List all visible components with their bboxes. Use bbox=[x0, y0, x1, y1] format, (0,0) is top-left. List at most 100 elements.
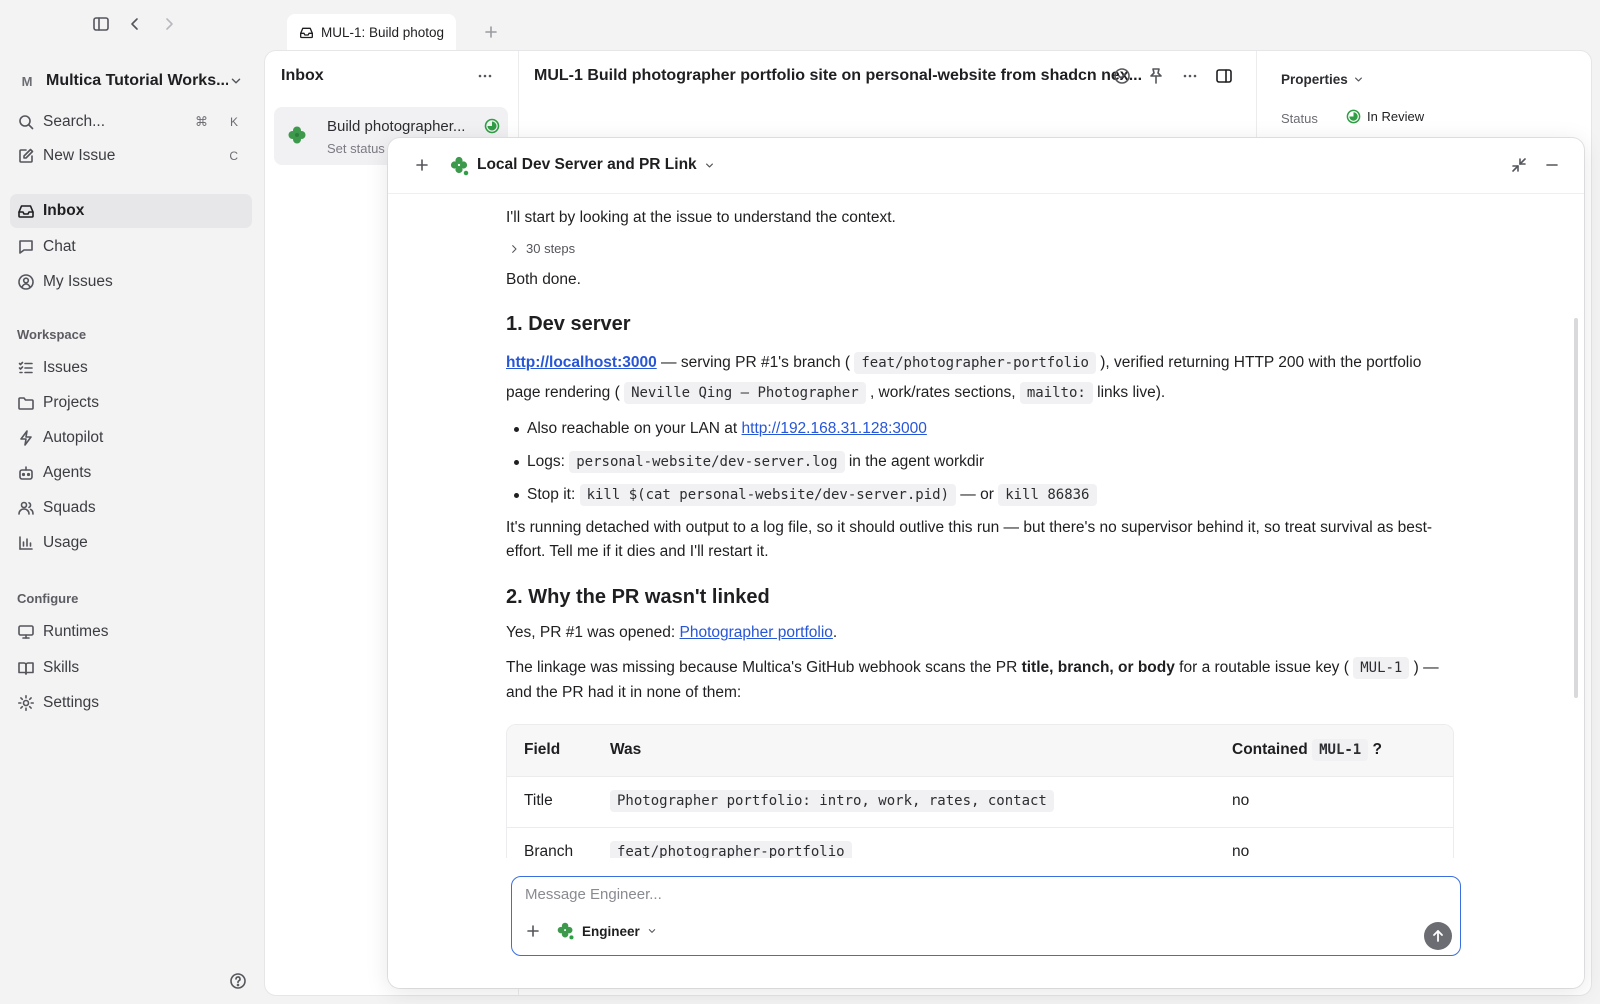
check-circle-icon[interactable] bbox=[1113, 67, 1131, 85]
sidebar-item-label: Usage bbox=[43, 534, 88, 551]
minimize-arrows-icon[interactable] bbox=[1510, 156, 1528, 174]
status-selector[interactable]: In Review bbox=[1346, 109, 1424, 124]
workspace-switcher[interactable]: M Multica Tutorial Works... bbox=[12, 66, 252, 96]
search-icon bbox=[19, 115, 34, 130]
section-heading: 2. Why the PR wasn't linked bbox=[506, 586, 770, 609]
folder-icon bbox=[18, 397, 34, 410]
message-text: It's running detached with output to a l… bbox=[506, 518, 1433, 561]
section-heading: 1. Dev server bbox=[506, 313, 631, 336]
cell-code: Photographer portfolio: intro, work, rat… bbox=[610, 790, 1054, 813]
new-tab-icon[interactable] bbox=[482, 23, 500, 41]
lan-link[interactable]: http://192.168.31.128:3000 bbox=[742, 420, 927, 437]
sidebar-item-usage[interactable]: Usage bbox=[10, 526, 252, 560]
agent-name: Engineer bbox=[582, 923, 640, 939]
text: Yes, PR #1 was opened: bbox=[506, 624, 680, 642]
sidebar-item-label: Projects bbox=[43, 394, 99, 411]
branch-code: feat/photographer-portfolio bbox=[854, 352, 1096, 375]
sidebar-item-chat[interactable]: Chat bbox=[10, 230, 252, 264]
in-review-status-icon bbox=[484, 118, 500, 134]
attach-plus-icon[interactable] bbox=[524, 922, 542, 940]
sidebar-item-inbox[interactable]: Inbox bbox=[10, 194, 252, 228]
new-issue-button[interactable]: New Issue C bbox=[10, 139, 252, 173]
sidebar-item-label: Skills bbox=[43, 659, 80, 676]
new-chat-icon[interactable] bbox=[413, 156, 431, 174]
sidebar-item-label: Inbox bbox=[43, 202, 85, 219]
sidebar-item-my-issues[interactable]: My Issues bbox=[10, 265, 252, 299]
inbox-item-subtitle: Set status bbox=[327, 141, 385, 156]
inbox-item-title: Build photographer... bbox=[327, 118, 466, 135]
sidebar-item-issues[interactable]: Issues bbox=[10, 351, 252, 385]
list-item: Logs: personal-website/dev-server.log in… bbox=[506, 450, 1446, 475]
gear-icon bbox=[18, 695, 34, 711]
inbox-icon bbox=[18, 205, 34, 218]
sidebar-item-label: My Issues bbox=[43, 273, 113, 290]
more-options-icon[interactable] bbox=[1181, 67, 1199, 85]
configure-section-label: Configure bbox=[17, 591, 79, 606]
send-button[interactable] bbox=[1424, 922, 1452, 950]
issue-key-code: MUL-1 bbox=[1312, 738, 1369, 761]
robot-icon bbox=[19, 466, 33, 480]
linkage-paragraph: The linkage was missing because Multica'… bbox=[506, 656, 1446, 706]
sidebar-item-squads[interactable]: Squads bbox=[10, 491, 252, 525]
mailto-code: mailto: bbox=[1019, 381, 1093, 404]
issue-title: MUL-1 Build photographer portfolio site … bbox=[534, 67, 1143, 84]
sidebar-item-label: Runtimes bbox=[43, 623, 109, 640]
edit-icon bbox=[19, 148, 34, 163]
message-composer[interactable]: Message Engineer... Engineer bbox=[511, 876, 1461, 956]
kill-pid-code: kill 86836 bbox=[998, 483, 1097, 506]
collapse-icon[interactable] bbox=[1543, 156, 1561, 174]
tab-mul-1[interactable]: MUL-1: Build photog bbox=[287, 14, 456, 50]
table-cell: no bbox=[1232, 792, 1250, 810]
monitor-icon bbox=[18, 625, 34, 639]
table-cell: Title bbox=[524, 792, 553, 810]
scrollbar[interactable] bbox=[1574, 318, 1578, 698]
sidebar-item-label: Squads bbox=[43, 499, 96, 516]
message-input[interactable]: Message Engineer... bbox=[525, 886, 662, 903]
clover-agent-icon bbox=[557, 922, 575, 941]
search-shortcut-key: K bbox=[229, 115, 238, 129]
chat-session-selector[interactable]: Local Dev Server and PR Link bbox=[477, 156, 716, 174]
sidebar-item-autopilot[interactable]: Autopilot bbox=[10, 421, 252, 455]
search-button[interactable]: Search... ⌘ K bbox=[10, 105, 252, 139]
text: Contained bbox=[1232, 740, 1313, 758]
divider bbox=[1256, 51, 1257, 151]
properties-title: Properties bbox=[1281, 72, 1348, 87]
more-options-icon[interactable] bbox=[476, 67, 494, 85]
agent-selector[interactable]: Engineer bbox=[556, 921, 658, 941]
help-icon[interactable] bbox=[229, 972, 247, 990]
bold-text: title, branch, or body bbox=[1021, 659, 1175, 677]
list-icon bbox=[18, 361, 33, 374]
sidebar: M Multica Tutorial Works... Search... ⌘ … bbox=[0, 0, 262, 1004]
localhost-link[interactable]: http://localhost:3000 bbox=[506, 354, 657, 371]
table-row: Title Photographer portfolio: intro, wor… bbox=[507, 775, 1453, 827]
sidebar-item-skills[interactable]: Skills bbox=[10, 651, 252, 685]
panel-toggle-icon[interactable] bbox=[1215, 67, 1233, 85]
book-icon bbox=[18, 662, 34, 675]
sidebar-item-agents[interactable]: Agents bbox=[10, 456, 252, 490]
sidebar-item-label: Agents bbox=[43, 464, 92, 481]
bullet-list: Also reachable on your LAN at http://192… bbox=[506, 417, 1446, 507]
chevron-down-icon bbox=[1354, 77, 1362, 82]
chevron-down-icon bbox=[705, 162, 713, 168]
user-circle-icon bbox=[18, 274, 34, 290]
new-issue-label: New Issue bbox=[43, 147, 116, 164]
text: in the agent workdir bbox=[844, 453, 985, 471]
back-arrow-icon[interactable] bbox=[126, 15, 144, 33]
in-review-status-icon bbox=[1346, 109, 1361, 124]
sidebar-toggle-icon[interactable] bbox=[92, 15, 110, 33]
message-text: I'll start by looking at the issue to un… bbox=[506, 209, 896, 226]
forward-arrow-icon[interactable] bbox=[160, 15, 178, 33]
properties-toggle[interactable]: Properties bbox=[1281, 72, 1365, 87]
sidebar-item-settings[interactable]: Settings bbox=[10, 686, 252, 720]
steps-toggle[interactable]: 30 steps bbox=[508, 239, 1446, 260]
text: — serving PR #1's branch ( bbox=[656, 354, 855, 372]
arrow-up-icon bbox=[1433, 930, 1443, 942]
pr-link[interactable]: Photographer portfolio bbox=[680, 624, 833, 641]
chevron-down-icon bbox=[648, 929, 655, 933]
search-label: Search... bbox=[43, 113, 106, 130]
text: — or bbox=[956, 485, 999, 503]
issue-key-code: MUL-1 bbox=[1353, 657, 1410, 680]
sidebar-item-projects[interactable]: Projects bbox=[10, 386, 252, 420]
pin-icon[interactable] bbox=[1147, 67, 1165, 85]
sidebar-item-runtimes[interactable]: Runtimes bbox=[10, 615, 252, 649]
